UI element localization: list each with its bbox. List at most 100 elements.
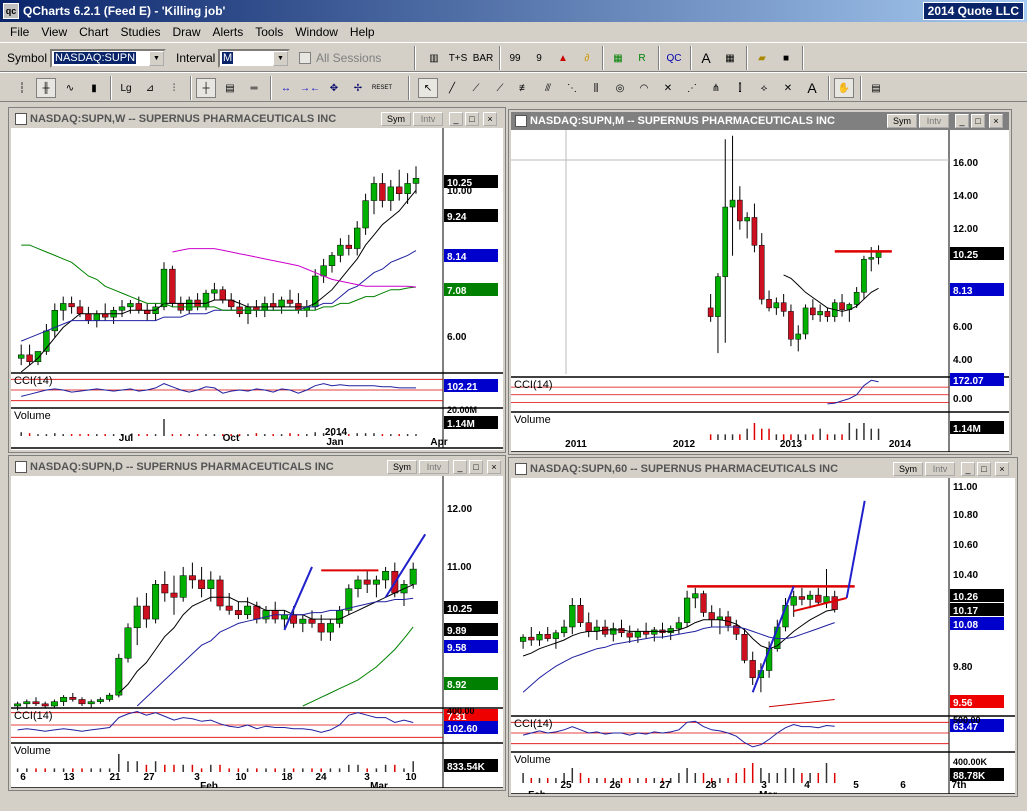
ohlc-icon[interactable]: ╫ [36, 78, 56, 98]
minimize-button[interactable]: _ [955, 114, 969, 128]
close-icon[interactable]: × [995, 462, 1009, 476]
gann-icon[interactable]: ✕ [658, 78, 678, 98]
menu-studies[interactable]: Studies [114, 25, 166, 39]
maximize-button[interactable]: □ [469, 460, 483, 474]
minimize-button[interactable]: _ [449, 112, 463, 126]
hand-icon[interactable]: ✋ [834, 78, 854, 98]
app-icon[interactable]: qc [3, 3, 19, 19]
all-sessions-checkbox[interactable] [298, 48, 312, 68]
arc-icon[interactable]: ◠ [634, 78, 654, 98]
alert-icon[interactable]: ▲ [553, 48, 573, 68]
reset-button[interactable]: RESET [372, 78, 392, 98]
chart-panel-monthly[interactable]: NASDAQ:SUPN,M -- SUPERNUS PHARMACEUTICAL… [508, 109, 1012, 455]
sym-link-button[interactable]: Sym [893, 462, 923, 476]
menu-draw[interactable]: Draw [167, 25, 207, 39]
price-tick-label: 12.00 [447, 504, 472, 515]
symbol-combo[interactable]: NASDAQ:SUPN ▼ [50, 49, 166, 68]
sym-link-button[interactable]: Sym [381, 112, 411, 126]
chart-type-icon[interactable]: ⫶ [164, 78, 184, 98]
fib-time-icon[interactable]: ⫿ [730, 78, 750, 98]
close-icon[interactable]: × [483, 112, 497, 126]
fib-retrace-icon[interactable]: ⫼ [586, 78, 606, 98]
interval-combo[interactable]: M ▼ [218, 49, 290, 68]
chart-svg[interactable]: 11.00 10.80 10.60 10.40 9.80 10.26 10.17 10.08 9… [511, 478, 1015, 794]
option-icon[interactable]: ∂ [577, 48, 597, 68]
panel-title: NASDAQ:SUPN,W -- SUPERNUS PHARMACEUTICAL… [30, 113, 337, 125]
maximize-button[interactable]: □ [977, 462, 991, 476]
text-annotation-icon[interactable]: A [802, 78, 822, 98]
intv-link-button[interactable]: Intv [413, 112, 443, 126]
sym-link-button[interactable]: Sym [387, 460, 417, 474]
ray-icon[interactable]: ⟋ [466, 78, 486, 98]
intv-link-button[interactable]: Intv [925, 462, 955, 476]
bar-chart-icon[interactable]: ▥ [424, 48, 444, 68]
histogram-icon[interactable]: ▮ [84, 78, 104, 98]
scroll-icon[interactable]: ✢ [348, 78, 368, 98]
compress-horizontal-icon[interactable]: →← [300, 78, 320, 98]
close-icon[interactable]: × [989, 114, 1003, 128]
speed-line-icon[interactable]: ⋰ [682, 78, 702, 98]
regression-icon[interactable]: ≢ [514, 78, 534, 98]
rank-icon[interactable]: R [632, 48, 652, 68]
quote-single-icon[interactable]: 9 [529, 48, 549, 68]
zoom-fit-icon[interactable]: ⊿ [140, 78, 160, 98]
line-chart-icon[interactable]: ∿ [60, 78, 80, 98]
candle-icon[interactable]: ┆ [12, 78, 32, 98]
cycle-icon[interactable]: ◎ [610, 78, 630, 98]
pitchfork-icon[interactable]: ⋔ [706, 78, 726, 98]
grid-icon[interactable]: ▦ [720, 48, 740, 68]
market-map-icon[interactable]: ▦ [608, 48, 628, 68]
time-sales-icon[interactable]: T+S [448, 48, 468, 68]
price-tick-label: 10.40 [953, 570, 978, 581]
close-icon[interactable]: × [487, 460, 501, 474]
menu-tools[interactable]: Tools [249, 25, 289, 39]
chart-panel-weekly[interactable]: NASDAQ:SUPN,W -- SUPERNUS PHARMACEUTICAL… [8, 107, 506, 453]
pointer-icon[interactable]: ↖ [418, 78, 438, 98]
extended-line-icon[interactable]: ⟋ [490, 78, 510, 98]
menu-help[interactable]: Help [344, 25, 381, 39]
minimize-button[interactable]: _ [961, 462, 975, 476]
candle [161, 584, 169, 594]
move-icon[interactable]: ✥ [324, 78, 344, 98]
candle [320, 265, 327, 277]
price-badge: 10.25 [447, 178, 472, 189]
candle [69, 697, 77, 700]
andrews-icon[interactable]: ⟡ [754, 78, 774, 98]
chevron-down-icon[interactable]: ▼ [149, 51, 164, 66]
expand-horizontal-icon[interactable]: ↔ [276, 78, 296, 98]
quote-board-icon[interactable]: 99 [505, 48, 525, 68]
menu-file[interactable]: File [4, 25, 35, 39]
intv-link-button[interactable]: Intv [919, 114, 949, 128]
candle [853, 292, 860, 305]
menu-alerts[interactable]: Alerts [207, 25, 250, 39]
chart-panel-60min[interactable]: NASDAQ:SUPN,60 -- SUPERNUS PHARMACEUTICA… [508, 457, 1018, 797]
properties-icon[interactable]: ▤ [866, 78, 886, 98]
chart-svg[interactable]: 12.0011.0010.259.899.588.927.31CCI(14)10… [11, 476, 503, 788]
bar-spacing-icon[interactable]: ═ [244, 78, 264, 98]
moving-average-line [769, 699, 835, 708]
channel-icon[interactable]: ⫻ [538, 78, 558, 98]
sym-link-button[interactable]: Sym [887, 114, 917, 128]
log-scale-icon[interactable]: Lg [116, 78, 136, 98]
trendline-icon[interactable]: ╱ [442, 78, 462, 98]
intv-link-button[interactable]: Intv [419, 460, 449, 474]
fib-fan-icon[interactable]: ⋱ [562, 78, 582, 98]
chart-svg[interactable]: 16.00 14.00 12.00 6.00 4.00 10.25 8.13 CCI(14) 1… [511, 130, 1009, 452]
maximize-button[interactable]: □ [971, 114, 985, 128]
minimize-button[interactable]: _ [453, 460, 467, 474]
menu-chart[interactable]: Chart [73, 25, 114, 39]
bar-data-icon[interactable]: BAR [473, 48, 494, 68]
chart-svg[interactable]: 10.006.0010.259.248.147.08CCI(14)102.21V… [11, 128, 503, 450]
save-icon[interactable]: ■ [776, 48, 796, 68]
chart-panel-daily[interactable]: NASDAQ:SUPN,D -- SUPERNUS PHARMACEUTICAL… [8, 455, 506, 791]
open-folder-icon[interactable]: ▰ [752, 48, 772, 68]
cross-lines-icon[interactable]: ✕ [778, 78, 798, 98]
font-icon[interactable]: A [696, 48, 716, 68]
menu-view[interactable]: View [35, 25, 73, 39]
crosshair-icon[interactable]: ┼ [196, 78, 216, 98]
chevron-down-icon[interactable]: ▼ [273, 51, 288, 66]
qc-icon[interactable]: QC [664, 48, 684, 68]
menu-window[interactable]: Window [289, 25, 344, 39]
maximize-button[interactable]: □ [465, 112, 479, 126]
data-window-icon[interactable]: ▤ [220, 78, 240, 98]
